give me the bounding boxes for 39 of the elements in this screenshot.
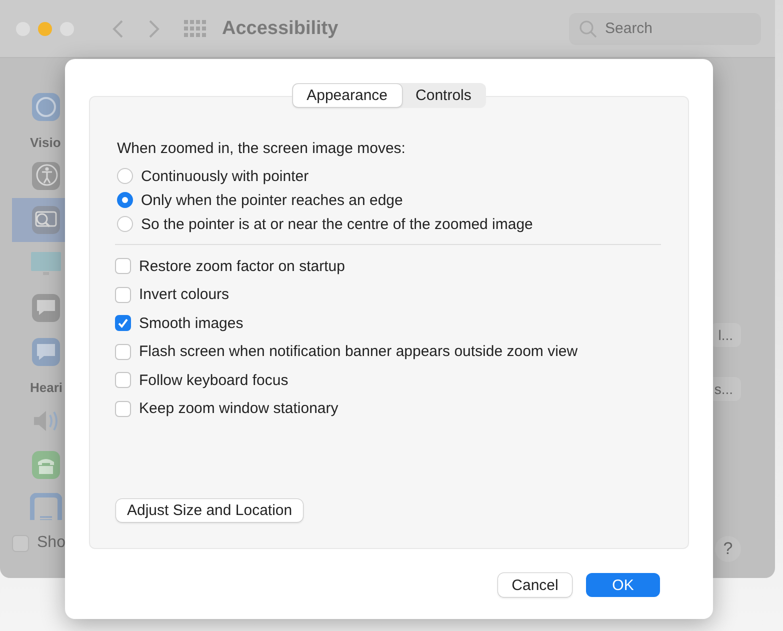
forward-icon[interactable] <box>148 18 160 38</box>
grid-icon[interactable] <box>184 20 206 38</box>
tab[interactable]: Appearance <box>292 84 402 107</box>
checkbox-label: Flash screen when notification banner appears outside zoom view <box>139 343 578 360</box>
back-icon[interactable] <box>112 18 124 38</box>
radio-label: So the pointer is at or near the centre of the zoomed image <box>141 216 533 232</box>
quote-icon <box>30 336 62 368</box>
search-icon <box>579 20 597 38</box>
zoom-icon <box>30 204 62 236</box>
radio-button[interactable] <box>117 192 133 208</box>
checkbox-label: Invert colours <box>139 286 230 304</box>
checkbox[interactable] <box>115 315 131 332</box>
phone-icon <box>30 449 62 481</box>
window-title: Accessibility <box>222 18 338 40</box>
section-heading: Visio <box>29 134 62 152</box>
radio-label: Only when the pointer reaches an edge <box>141 192 403 208</box>
speech-icon <box>30 292 62 324</box>
adjust-button[interactable]: Adjust Size and Location <box>116 499 304 522</box>
tab[interactable]: Controls <box>402 84 486 107</box>
checkbox-label: Keep zoom window stationary <box>139 400 338 418</box>
checkbox[interactable] <box>115 286 131 303</box>
group-heading: When zoomed in, the screen image moves: <box>117 140 406 157</box>
section-heading: Heari <box>29 379 64 397</box>
radio-button[interactable] <box>117 168 133 184</box>
checkbox-label: Follow keyboard focus <box>139 372 288 389</box>
cancel-button[interactable]: Cancel <box>498 573 572 597</box>
minimize-button[interactable] <box>38 22 52 36</box>
radio-button[interactable] <box>117 216 133 232</box>
checkbox[interactable] <box>115 372 131 388</box>
checkbox[interactable] <box>115 258 131 274</box>
search-field[interactable]: Search <box>569 12 761 44</box>
checkbox-label: Smooth images <box>139 314 244 332</box>
ok-button[interactable]: OK <box>586 573 660 597</box>
person-icon <box>30 160 62 192</box>
checkbox-label: Sho <box>37 534 66 552</box>
checkbox-label: Restore zoom factor on startup <box>139 258 345 275</box>
checkbox[interactable] <box>115 344 131 360</box>
radio-label: Continuously with pointer <box>141 168 309 184</box>
checkbox[interactable] <box>115 400 131 417</box>
